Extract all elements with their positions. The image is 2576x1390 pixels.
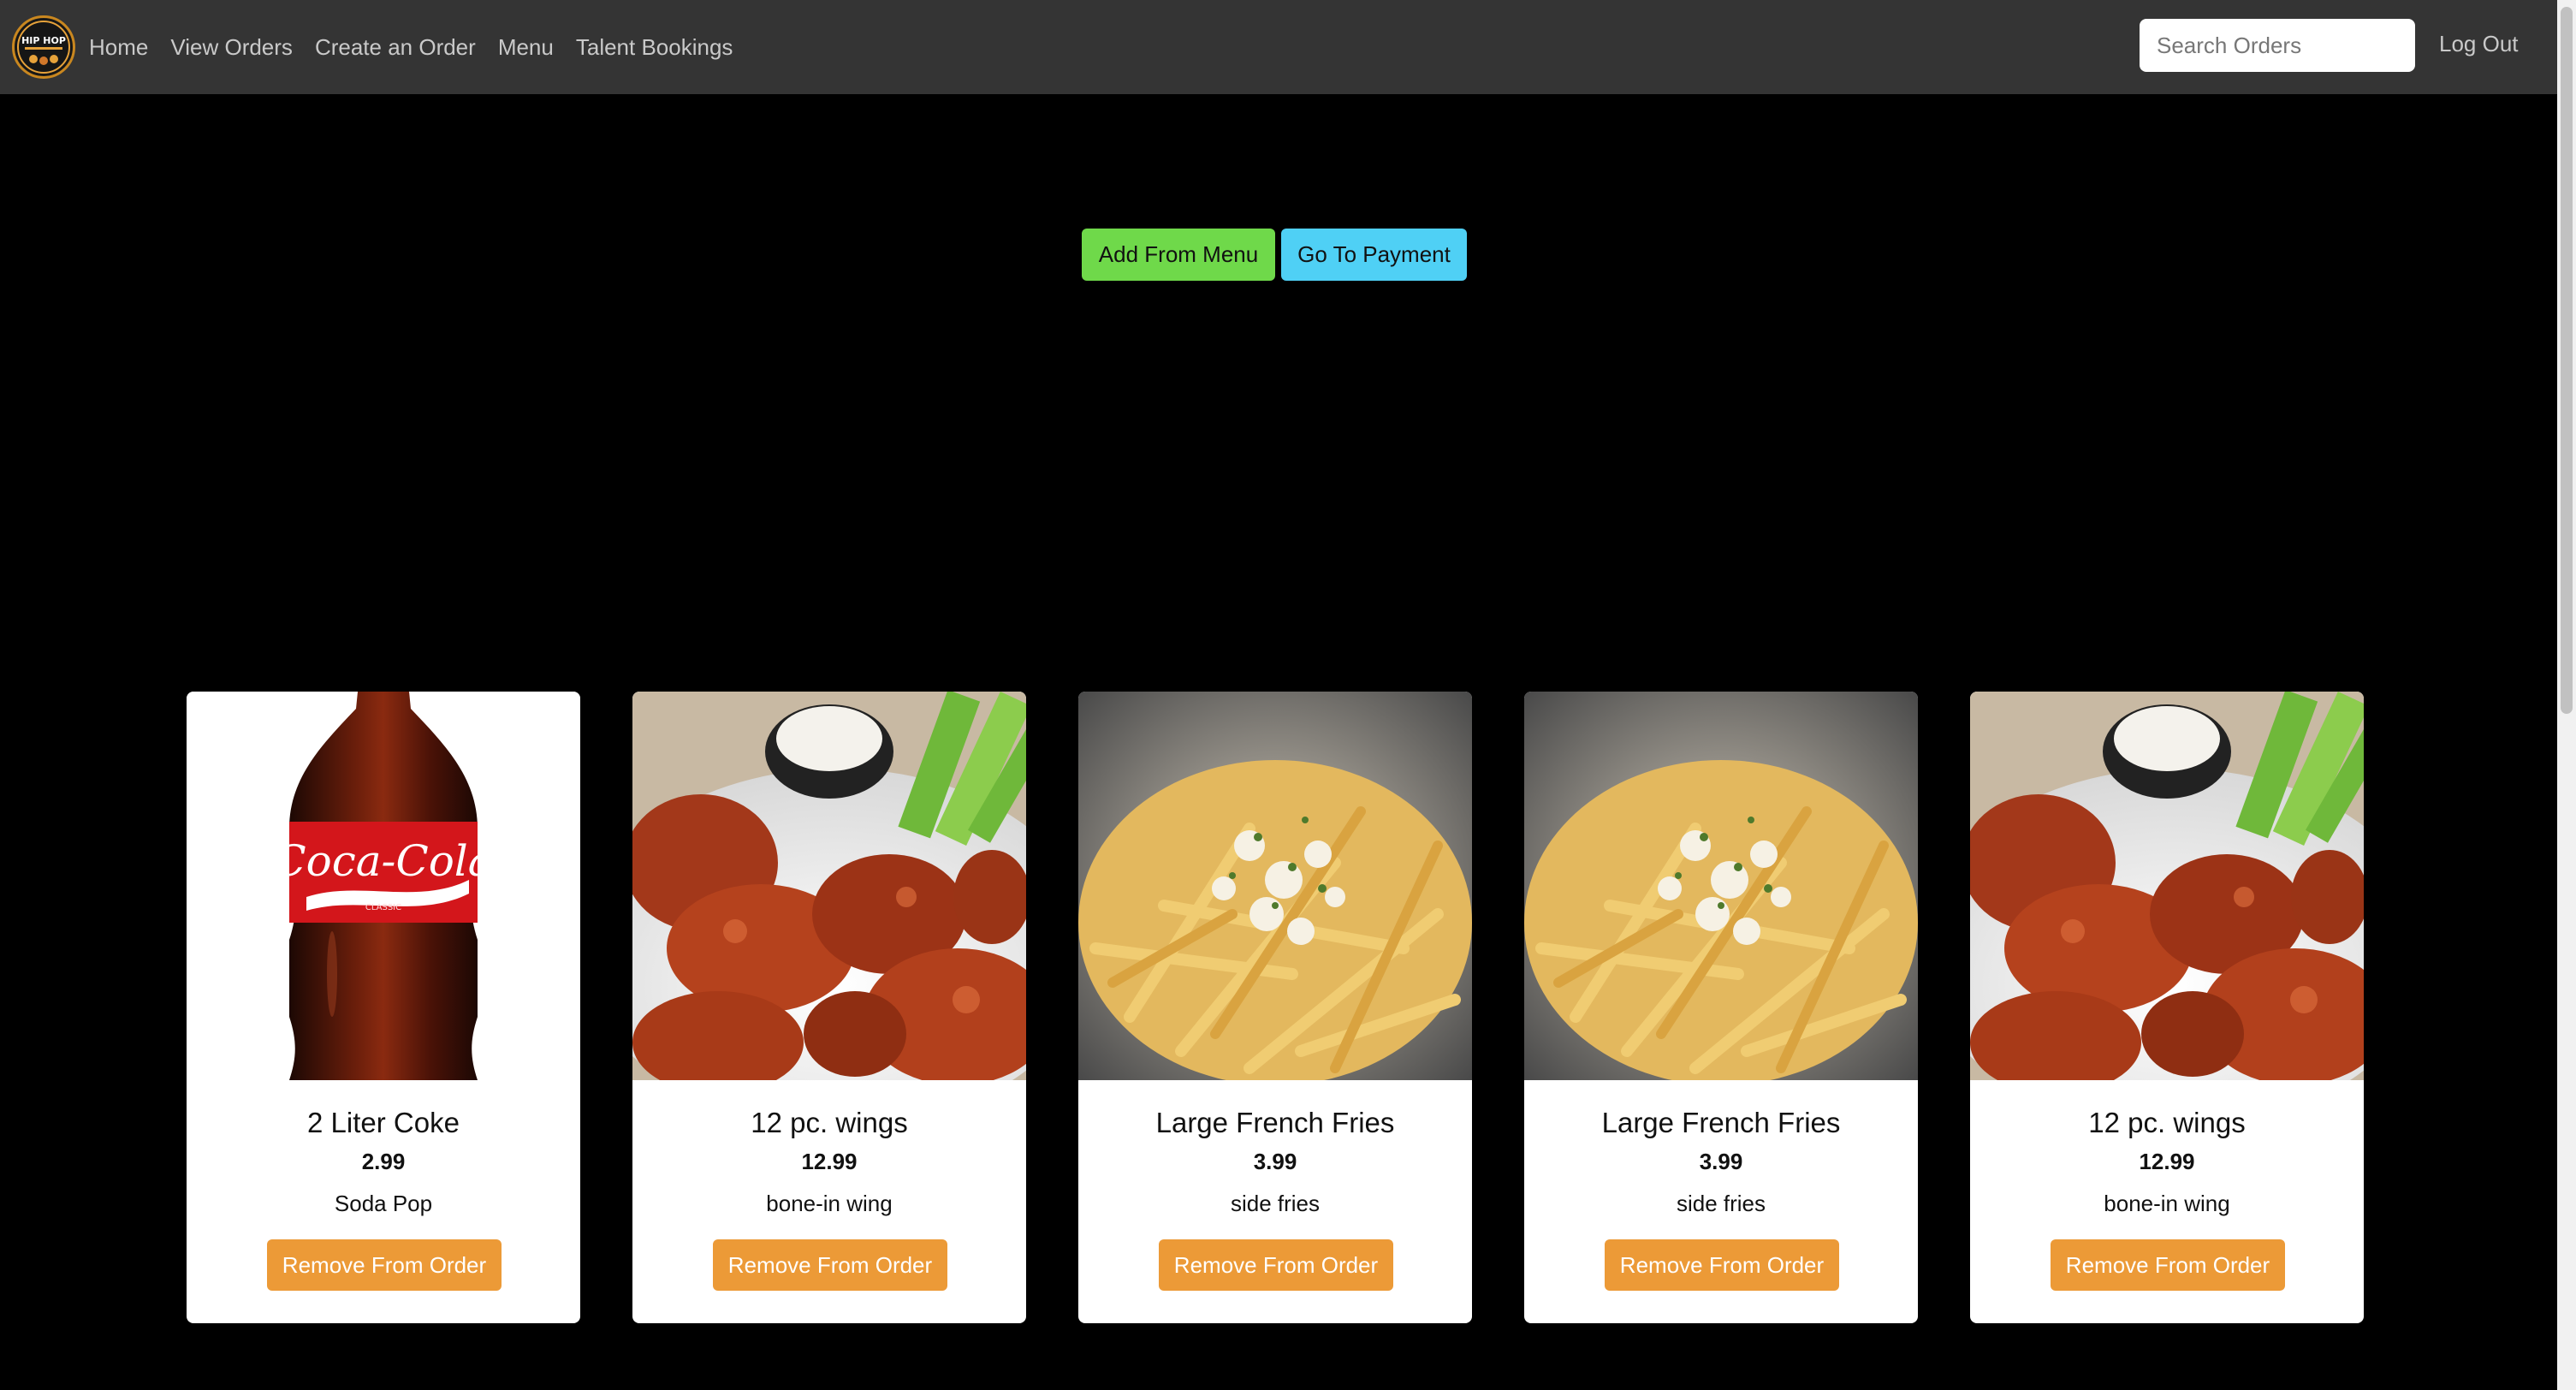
item-description: Soda Pop [334, 1191, 433, 1216]
item-name: 12 pc. wings [2088, 1107, 2246, 1138]
item-price: 3.99 [1699, 1149, 1743, 1174]
fries-image [1524, 692, 1918, 1080]
item-description: side fries [1676, 1191, 1766, 1216]
scrollbar-thumb[interactable] [2561, 7, 2573, 714]
item-price: 12.99 [2139, 1149, 2195, 1174]
item-description: side fries [1230, 1191, 1321, 1216]
svg-text:Coca-Cola: Coca-Cola [273, 836, 493, 886]
item-name: Large French Fries [1155, 1107, 1395, 1138]
logo-graphic: HIP HOP [15, 19, 72, 75]
svg-text:HIP HOP: HIP HOP [21, 35, 66, 46]
nav-link-create-order[interactable]: Create an Order [315, 34, 476, 61]
item-name: 2 Liter Coke [307, 1107, 460, 1138]
order-item-card: 12 pc. wings 12.99 bone-in wing Remove F… [1970, 692, 2364, 1323]
coke-bottle-image: Coca-Cola CLASSIC [187, 692, 580, 1080]
item-name: 12 pc. wings [751, 1107, 908, 1138]
remove-from-order-button[interactable]: Remove From Order [267, 1239, 502, 1291]
item-price: 12.99 [801, 1149, 858, 1174]
item-description: bone-in wing [766, 1191, 893, 1216]
order-item-card: 12 pc. wings 12.99 bone-in wing Remove F… [632, 692, 1026, 1323]
nav-link-view-orders[interactable]: View Orders [170, 34, 293, 61]
page-scrollbar[interactable] [2557, 0, 2576, 1390]
item-price: 2.99 [361, 1149, 406, 1174]
item-name: Large French Fries [1601, 1107, 1841, 1138]
add-from-menu-button[interactable]: Add From Menu [1082, 229, 1275, 281]
nav-link-home[interactable]: Home [89, 34, 148, 61]
fries-image [1078, 692, 1472, 1080]
go-to-payment-button[interactable]: Go To Payment [1281, 229, 1467, 281]
item-price: 3.99 [1253, 1149, 1297, 1174]
order-item-card: Large French Fries 3.99 side fries Remov… [1524, 692, 1918, 1323]
nav-link-talent-bookings[interactable]: Talent Bookings [576, 34, 733, 61]
svg-text:CLASSIC: CLASSIC [365, 903, 401, 912]
remove-from-order-button[interactable]: Remove From Order [1159, 1239, 1393, 1291]
logout-link[interactable]: Log Out [2439, 31, 2519, 57]
wings-image [1970, 692, 2364, 1080]
remove-from-order-button[interactable]: Remove From Order [2051, 1239, 2285, 1291]
brand-logo[interactable]: HIP HOP [12, 15, 75, 79]
item-description: bone-in wing [2104, 1191, 2230, 1216]
order-item-card: Coca-Cola CLASSIC 2 Liter Coke 2.99 Soda… [187, 692, 580, 1323]
order-item-card: Large French Fries 3.99 side fries Remov… [1078, 692, 1472, 1323]
remove-from-order-button[interactable]: Remove From Order [713, 1239, 947, 1291]
wings-image [632, 692, 1026, 1080]
nav-link-menu[interactable]: Menu [498, 34, 554, 61]
remove-from-order-button[interactable]: Remove From Order [1605, 1239, 1839, 1291]
search-orders-input[interactable] [2140, 19, 2415, 72]
